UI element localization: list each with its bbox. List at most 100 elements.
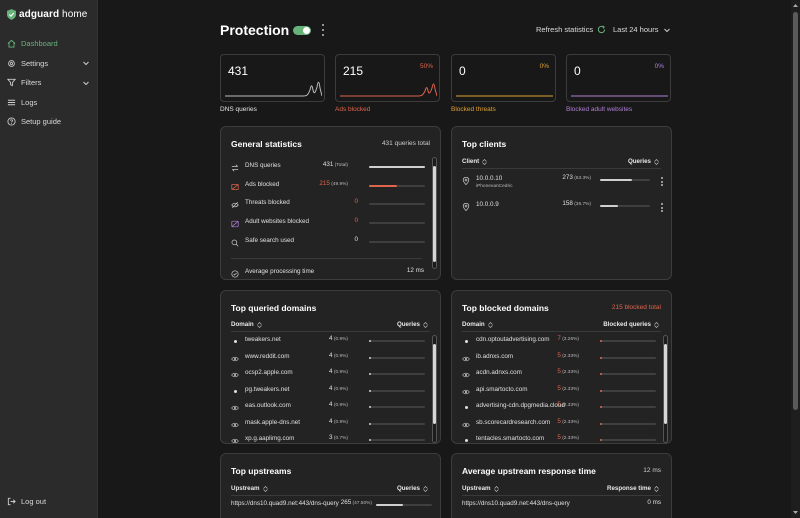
general-row-threats-blocked[interactable]: Threats blocked 0 [221,198,440,214]
general-row-dns-queries[interactable]: DNS queries 431 (Total) [221,161,440,177]
sidebar-item-settings[interactable]: Settings [0,54,98,74]
refresh-statistics-button[interactable]: Refresh statistics [536,25,606,34]
sort-icon [654,485,659,492]
domain-name: pg.tweakers.net [245,385,290,393]
app-logo[interactable]: adguard home [7,9,87,20]
domain-name: xp.g.aaplimg.com [245,435,295,442]
clock-icon [231,270,239,278]
domain-row[interactable]: tentacles.smartocto.com 5 (2.33%) [452,434,671,443]
sidebar-item-logs[interactable]: Logs [0,93,98,113]
sidebar-item-filters[interactable]: Filters [0,73,98,93]
scroll-thumb[interactable] [433,344,436,424]
upstream-row[interactable]: https://dns10.quad9.net:443/dns-query 26… [221,499,440,515]
protection-menu-button[interactable] [321,24,325,36]
client-menu-button[interactable] [660,177,663,186]
column-header-blocked-queries[interactable]: Blocked queries [603,321,659,328]
domain-name: tweakers.net [245,336,281,343]
stat-percent: 0% [539,63,549,70]
stat-card-dns-queries[interactable]: 431 [220,54,325,102]
general-row-avg-time: Average processing time 12 ms [221,267,440,279]
row-count: 4 (0.9%) [329,417,348,425]
domain-row[interactable]: cdn.optoutadvertising.com 7 (3.26%) [452,335,671,351]
eye-icon [231,438,239,443]
eye-icon [462,422,470,427]
divider [231,495,430,496]
column-header-queries[interactable]: Queries [397,485,428,492]
blocked-scrollbar[interactable] [663,335,668,443]
column-header-upstream[interactable]: Upstream [462,485,499,492]
general-row-ads-blocked[interactable]: Ads blocked 215 (49.9%) [221,180,440,196]
page-scrollbar[interactable] [791,0,800,518]
protection-toggle[interactable] [293,26,311,35]
row-bar [369,389,425,392]
client-name: iPhonevanCedric [476,184,513,189]
domain-name: cdn.optoutadvertising.com [476,336,550,343]
domain-row[interactable]: eas.outlook.com 4 (0.9%) [221,401,440,417]
column-header-client[interactable]: Client [462,158,487,165]
eye-icon [231,372,239,378]
general-row-adult-blocked[interactable]: Adult websites blocked 0 [221,217,440,233]
domain-row[interactable]: ib.adnxs.com 5 (2.33%) [452,352,671,368]
page-scroll-thumb[interactable] [793,12,798,410]
logout-button[interactable]: Log out [7,497,46,506]
panel-title: General statistics [231,139,302,149]
domain-row[interactable]: xp.g.aaplimg.com 3 (0.7%) [221,434,440,443]
column-header-domain[interactable]: Domain [462,321,493,328]
scroll-down-arrow-icon[interactable] [792,509,799,516]
row-count: 273 (63.3%) [562,174,591,181]
stat-card-ads-blocked[interactable]: 215 50% [335,54,440,102]
domain-row[interactable]: advertising-cdn.dpgmedia.cloud 5 (2.33%) [452,401,671,417]
row-count: 431 (Total) [322,161,348,168]
scroll-up-arrow-icon[interactable] [792,2,799,9]
upstream-url: https://dns10.quad9.net:443/dns-query [462,500,570,507]
queried-scrollbar[interactable] [432,335,437,443]
sidebar-item-setup-guide[interactable]: Setup guide [0,112,98,132]
row-count: 3 (0.7%) [329,434,348,441]
row-count: 265 (47.50%) [340,499,372,506]
column-header-queries[interactable]: Queries [397,321,428,328]
top-clients-panel: Top clients Client Queries 10.0.0.10 273… [451,126,672,280]
chevron-down-icon [83,61,89,66]
scroll-thumb[interactable] [433,166,436,262]
sidebar-item-dashboard[interactable]: Dashboard [0,34,98,54]
panel-title: Average upstream response time [462,466,596,476]
eye-icon [462,372,470,378]
period-select[interactable]: Last 24 hours [613,25,671,34]
column-header-queries[interactable]: Queries [628,158,659,165]
domain-row[interactable]: ocsp2.apple.com 4 (0.9%) [221,368,440,384]
general-row-safe-search[interactable]: Safe search used 0 [221,236,440,252]
column-header-response-time[interactable]: Response time [607,485,659,492]
domain-row[interactable]: www.reddit.com 4 (0.9%) [221,352,440,368]
domain-name: ocsp2.apple.com [245,369,293,376]
client-row[interactable]: 10.0.0.9 158 (36.7%) [452,200,671,216]
domain-row[interactable]: pg.tweakers.net 4 (0.9%) [221,385,440,401]
row-bar [369,241,425,243]
row-count: 5 (2.33%) [557,368,579,375]
period-label: Last 24 hours [613,25,659,34]
sidebar-item-label: Filters [21,78,42,88]
domain-row[interactable]: api.smartocto.com 5 (2.33%) [452,385,671,401]
row-count: 0 [354,198,358,205]
row-bar [600,406,656,408]
client-menu-button[interactable] [660,203,663,212]
stat-card-blocked-adult[interactable]: 0 0% [566,54,671,102]
domain-row[interactable]: acdn.adnxs.com 5 (2.33%) [452,368,671,384]
column-header-domain[interactable]: Domain [231,321,262,328]
stat-card-blocked-threats[interactable]: 0 0% [451,54,556,102]
row-count: 4 (0.9%) [329,335,348,342]
row-count: 158 (36.7%) [562,200,591,207]
row-count: 5 (2.33%) [557,351,579,359]
column-header-upstream[interactable]: Upstream [231,485,268,492]
sidebar-item-label: Dashboard [21,39,58,49]
panel-title: Top upstreams [231,466,292,476]
general-scrollbar[interactable] [432,157,437,269]
scroll-thumb[interactable] [664,344,667,424]
row-bar [369,340,425,342]
domain-row[interactable]: mask.apple-dns.net 4 (0.9%) [221,418,440,434]
sidebar: adguard home Dashboard Settings Filters … [0,0,98,518]
domain-row[interactable]: tweakers.net 4 (0.9%) [221,335,440,351]
domain-row[interactable]: sb.scorecardresearch.com 5 (2.33%) [452,418,671,434]
stat-label: Blocked adult websites [566,106,633,113]
response-row[interactable]: https://dns10.quad9.net:443/dns-query 0 … [452,499,671,515]
row-label: Safe search used [245,237,295,244]
